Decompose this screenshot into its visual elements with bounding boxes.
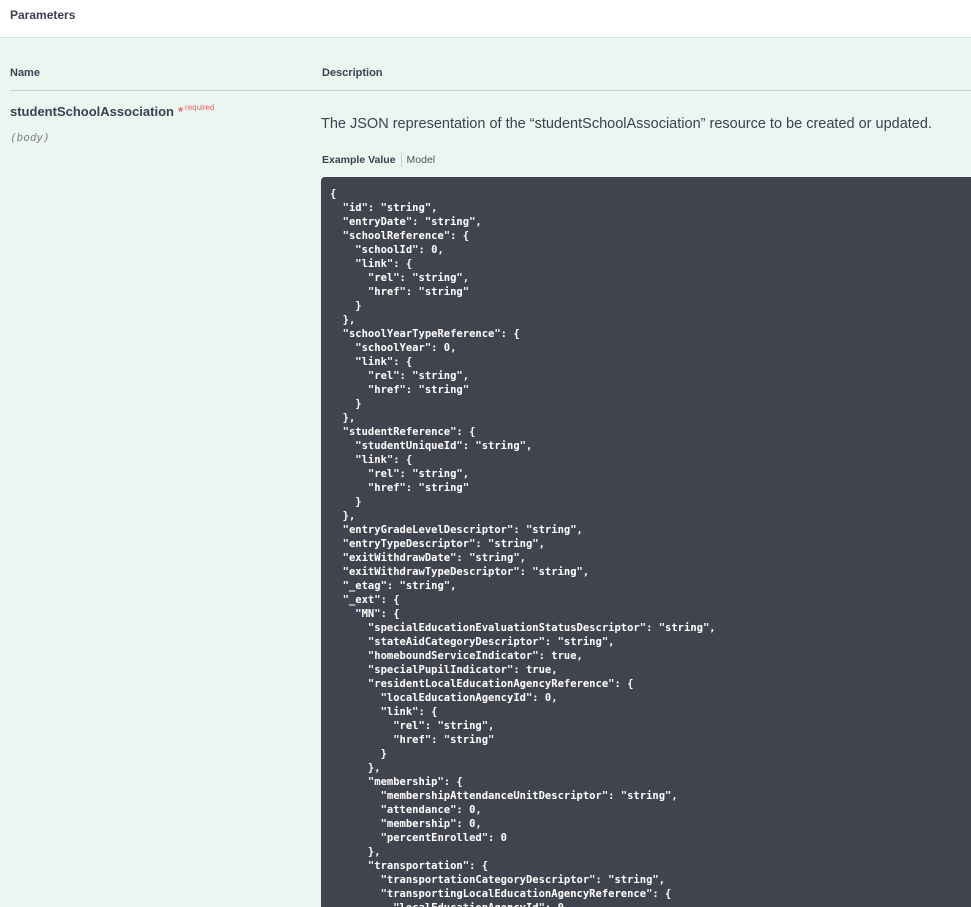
tab-divider [400,153,402,167]
parameter-name: studentSchoolAssociation * required [10,103,215,119]
example-tabs: Example Value Model [322,153,435,167]
parameter-name-text: studentSchoolAssociation [10,104,174,119]
tab-example-value[interactable]: Example Value [322,154,396,166]
tab-model[interactable]: Model [407,154,436,166]
description-column-header: Description [322,67,383,79]
example-json: { "id": "string", "entryDate": "string",… [330,188,716,907]
parameters-panel: Name Description studentSchoolAssociatio… [0,38,971,907]
section-title: Parameters [10,8,76,22]
example-value-code-block[interactable]: { "id": "string", "entryDate": "string",… [321,177,971,907]
required-star: * [177,104,184,119]
parameter-location: (body) [10,131,50,144]
parameter-description: The JSON representation of the “studentS… [321,116,932,132]
name-column-header: Name [10,67,40,79]
required-label: required [185,103,215,112]
parameters-header: Parameters [0,0,971,38]
header-divider [10,90,971,91]
